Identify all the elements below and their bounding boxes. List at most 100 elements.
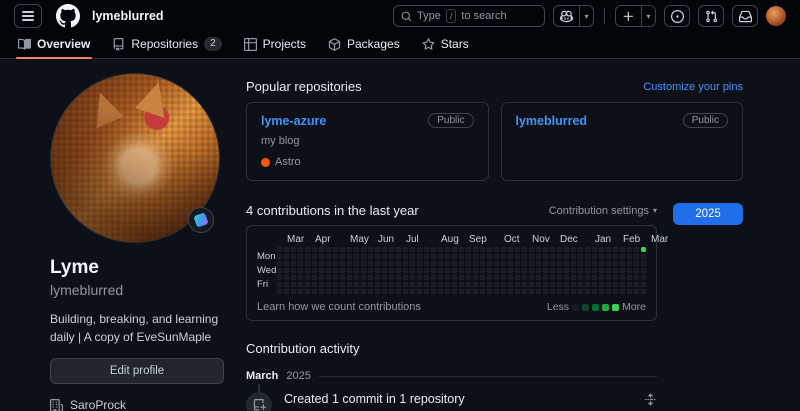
contribution-cell[interactable] [480, 275, 485, 280]
how-we-count-link[interactable]: Learn how we count contributions [257, 301, 421, 313]
contribution-cell[interactable] [515, 275, 520, 280]
contribution-cell[interactable] [382, 247, 387, 252]
contribution-cell[interactable] [501, 289, 506, 294]
contribution-cell[interactable] [543, 261, 548, 266]
contribution-cell[interactable] [550, 282, 555, 287]
create-new-dropdown-button[interactable]: ▾ [641, 5, 656, 27]
contribution-cell[interactable] [508, 282, 513, 287]
contribution-cell[interactable] [634, 247, 639, 252]
tab-overview[interactable]: Overview [10, 32, 98, 58]
contribution-cell[interactable] [459, 247, 464, 252]
contribution-cell[interactable] [424, 268, 429, 273]
contribution-cell[interactable] [438, 268, 443, 273]
contribution-cell[interactable] [333, 268, 338, 273]
contribution-cell[interactable] [438, 275, 443, 280]
contribution-cell[interactable] [641, 282, 646, 287]
contribution-cell[interactable] [333, 254, 338, 259]
contribution-cell[interactable] [424, 247, 429, 252]
contribution-cell[interactable] [494, 261, 499, 266]
contribution-cell[interactable] [620, 268, 625, 273]
contribution-cell[interactable] [312, 247, 317, 252]
contribution-cell[interactable] [627, 254, 632, 259]
contribution-cell[interactable] [431, 261, 436, 266]
contribution-cell[interactable] [277, 282, 282, 287]
contribution-cell[interactable] [368, 268, 373, 273]
contribution-cell[interactable] [634, 275, 639, 280]
contribution-cell[interactable] [641, 254, 646, 259]
contribution-cell[interactable] [557, 289, 562, 294]
contribution-cell[interactable] [494, 282, 499, 287]
contribution-cell[interactable] [627, 261, 632, 266]
contribution-cell[interactable] [312, 254, 317, 259]
contribution-cell[interactable] [599, 289, 604, 294]
contribution-cell[interactable] [522, 275, 527, 280]
contribution-cell[interactable] [298, 247, 303, 252]
contribution-cell[interactable] [501, 261, 506, 266]
repo-link[interactable]: lyme-azure [261, 114, 326, 128]
contribution-cell[interactable] [410, 254, 415, 259]
repo-link[interactable]: lymeblurred [516, 114, 588, 128]
contribution-cell[interactable] [508, 254, 513, 259]
contribution-cell[interactable] [536, 282, 541, 287]
edit-profile-button[interactable]: Edit profile [50, 358, 224, 384]
contribution-cell[interactable] [452, 268, 457, 273]
contribution-cell[interactable] [564, 247, 569, 252]
contribution-cell[interactable] [410, 289, 415, 294]
contribution-cell[interactable] [389, 254, 394, 259]
contribution-cell[interactable] [508, 289, 513, 294]
contribution-cell[interactable] [606, 261, 611, 266]
contribution-cell[interactable] [319, 275, 324, 280]
contribution-cell[interactable] [375, 247, 380, 252]
contribution-cell[interactable] [438, 289, 443, 294]
contribution-cell[interactable] [389, 268, 394, 273]
contribution-cell[interactable] [319, 282, 324, 287]
contribution-cell[interactable] [466, 275, 471, 280]
contribution-cell[interactable] [487, 289, 492, 294]
contribution-cell[interactable] [599, 282, 604, 287]
contribution-cell[interactable] [529, 289, 534, 294]
contribution-cell[interactable] [529, 247, 534, 252]
contribution-cell[interactable] [410, 247, 415, 252]
contribution-cell[interactable] [333, 275, 338, 280]
contribution-cell[interactable] [305, 247, 310, 252]
organization-label[interactable]: SaroProck [70, 398, 126, 411]
contribution-cell[interactable] [361, 261, 366, 266]
contribution-cell[interactable] [326, 289, 331, 294]
contribution-cell[interactable] [515, 254, 520, 259]
tab-repositories[interactable]: Repositories 2 [104, 32, 229, 58]
contribution-cell[interactable] [522, 261, 527, 266]
contribution-cell[interactable] [592, 254, 597, 259]
contribution-cell[interactable] [389, 289, 394, 294]
contribution-cell[interactable] [424, 282, 429, 287]
hamburger-menu-button[interactable] [14, 4, 42, 28]
contribution-cell[interactable] [417, 261, 422, 266]
contribution-cell[interactable] [641, 275, 646, 280]
contribution-cell[interactable] [445, 289, 450, 294]
contribution-cell[interactable] [459, 275, 464, 280]
contribution-cell[interactable] [396, 282, 401, 287]
contribution-cell[interactable] [340, 247, 345, 252]
contribution-cell[interactable] [571, 254, 576, 259]
contribution-cell[interactable] [599, 254, 604, 259]
contribution-cell[interactable] [291, 261, 296, 266]
contribution-cell[interactable] [634, 254, 639, 259]
contribution-cell[interactable] [375, 289, 380, 294]
contribution-cell[interactable] [613, 261, 618, 266]
contribution-cell[interactable] [592, 282, 597, 287]
contribution-cell[interactable] [515, 282, 520, 287]
contribution-cell[interactable] [585, 289, 590, 294]
contribution-cell[interactable] [382, 275, 387, 280]
contribution-cell[interactable] [389, 282, 394, 287]
contribution-cell[interactable] [347, 289, 352, 294]
contribution-cell[interactable] [487, 261, 492, 266]
contribution-cell[interactable] [431, 247, 436, 252]
contribution-cell[interactable] [340, 254, 345, 259]
contribution-cell[interactable] [550, 247, 555, 252]
contribution-cell[interactable] [284, 254, 289, 259]
contribution-cell[interactable] [424, 254, 429, 259]
contribution-cell[interactable] [606, 282, 611, 287]
contribution-cell[interactable] [291, 289, 296, 294]
contribution-cell[interactable] [578, 289, 583, 294]
contribution-cell[interactable] [410, 261, 415, 266]
copilot-dropdown-button[interactable]: ▾ [579, 5, 594, 27]
